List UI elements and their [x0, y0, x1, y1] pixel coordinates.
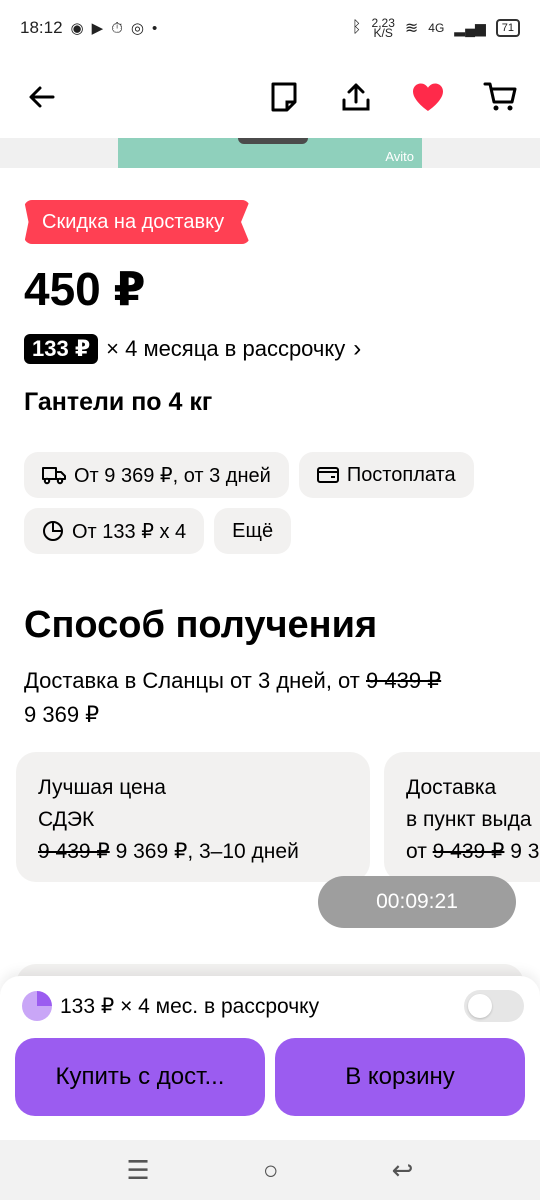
cart-icon[interactable]	[482, 79, 518, 115]
discount-badge: Скидка на доставку	[24, 200, 251, 244]
app-icon: ◎	[130, 20, 144, 37]
top-navigation	[0, 56, 540, 138]
chip-label: От 133 ₽ х 4	[72, 520, 187, 543]
buy-with-delivery-button[interactable]: Купить с дост...	[15, 1038, 265, 1116]
card-old-price: 9 439 ₽	[432, 840, 505, 863]
installment-amount: 133 ₽	[24, 334, 99, 364]
card-price: 9 3	[504, 840, 540, 863]
card-old-price: 9 439 ₽	[38, 840, 110, 863]
product-photo[interactable]: Avito	[118, 138, 422, 168]
installment-toggle[interactable]	[464, 990, 524, 1022]
system-navigation-bar: ☰ ○ ↩	[0, 1140, 540, 1200]
avito-watermark: Avito	[385, 149, 414, 164]
network-type: 4G	[428, 21, 445, 35]
youtube-icon: ▶	[91, 20, 104, 37]
card-carrier: в пункт выда	[406, 808, 532, 831]
share-icon[interactable]	[338, 79, 374, 115]
photo-detail	[238, 138, 308, 144]
back-arrow-icon[interactable]	[22, 79, 62, 115]
delivery-prefix: Доставка в Сланцы от 3 дней, от	[24, 668, 366, 693]
chevron-right-icon: ›	[353, 335, 362, 362]
image-gallery[interactable]: Avito	[0, 138, 540, 168]
card-prefix: от	[406, 840, 433, 863]
info-chips: От 9 369 ₽, от 3 дней Постоплата От 133 …	[24, 452, 524, 554]
wallet-icon	[316, 467, 339, 483]
chip-installment[interactable]: От 133 ₽ х 4	[24, 508, 205, 554]
chip-postpay[interactable]: Постоплата	[298, 452, 474, 498]
card-price: 9 369 ₽, 3–10 дней	[109, 840, 299, 863]
status-right: ᛒ 2,23 K/S ≋ 4G ▂▄▆ 71	[351, 17, 520, 40]
timer-icon: ⏱	[111, 19, 123, 37]
recording-timer: 00:09:21	[318, 876, 516, 928]
add-to-cart-button[interactable]: В корзину	[275, 1038, 525, 1116]
installment-pie-icon	[22, 991, 52, 1021]
delivery-card-pickup[interactable]: Доставка в пункт выда от 9 439 ₽ 9 3	[384, 752, 540, 882]
back-icon[interactable]: ↩	[392, 1155, 414, 1186]
product-title: Гантели по 4 кг	[24, 388, 213, 416]
delivery-summary: Доставка в Сланцы от 3 дней, от 9 439 ₽ …	[24, 664, 524, 732]
signal-icon: ▂▄▆	[454, 19, 486, 36]
home-icon[interactable]: ○	[263, 1155, 279, 1186]
delivery-old-price: 9 439 ₽	[366, 668, 442, 693]
wifi-icon: ≋	[404, 20, 419, 37]
chip-label: Ещё	[232, 519, 274, 542]
card-title: Доставка	[406, 776, 497, 799]
bottom-action-sheet: 133 ₽ × 4 мес. в рассрочку Купить с дост…	[0, 976, 540, 1140]
installment-row-text: 133 ₽ × 4 мес. в рассрочку	[60, 994, 320, 1018]
heart-icon[interactable]	[410, 79, 446, 115]
battery-icon: 71	[495, 19, 520, 37]
installment-link[interactable]: 133 ₽ × 4 месяца в рассрочку ›	[24, 334, 361, 364]
delivery-new-price: 9 369 ₽	[24, 702, 100, 727]
bluetooth-icon: ᛒ	[351, 19, 362, 36]
card-price-row: от 9 439 ₽ 9 3	[406, 836, 540, 868]
section-title-delivery: Способ получения	[24, 604, 378, 646]
chip-more[interactable]: Ещё	[214, 508, 292, 554]
delivery-card-best-price[interactable]: Лучшая цена СДЭК 9 439 ₽ 9 369 ₽, 3–10 д…	[16, 752, 370, 882]
chip-label: От 9 369 ₽, от 3 дней	[74, 464, 271, 487]
chip-delivery[interactable]: От 9 369 ₽, от 3 дней	[24, 452, 289, 498]
speed-unit: K/S	[373, 26, 393, 40]
installment-row: 133 ₽ × 4 мес. в рассрочку	[22, 990, 524, 1022]
dot-icon: •	[151, 19, 158, 37]
speed-indicator: 2,23 K/S	[372, 17, 395, 40]
toggle-knob	[468, 994, 492, 1018]
chip-label: Постоплата	[346, 463, 456, 486]
delivery-options: Лучшая цена СДЭК 9 439 ₽ 9 369 ₽, 3–10 д…	[16, 752, 540, 884]
product-price: 450 ₽	[24, 263, 146, 315]
status-bar: 18:12 ◉ ▶ ⏱ ◎ • ᛒ 2,23 K/S ≋ 4G ▂▄▆ 71	[0, 0, 540, 56]
card-price-row: 9 439 ₽ 9 369 ₽, 3–10 дней	[38, 836, 348, 868]
notification-icons: ◉ ▶ ⏱ ◎ •	[70, 19, 158, 38]
menu-icon[interactable]: ☰	[127, 1155, 150, 1186]
card-carrier: СДЭК	[38, 808, 95, 831]
card-title: Лучшая цена	[38, 776, 166, 799]
status-time: 18:12	[20, 18, 63, 37]
pie-chart-icon	[43, 521, 63, 541]
truck-icon	[42, 467, 66, 485]
whatsapp-icon: ◉	[70, 20, 84, 37]
installment-text: × 4 месяца в рассрочку	[106, 336, 346, 361]
note-icon[interactable]	[266, 79, 302, 115]
